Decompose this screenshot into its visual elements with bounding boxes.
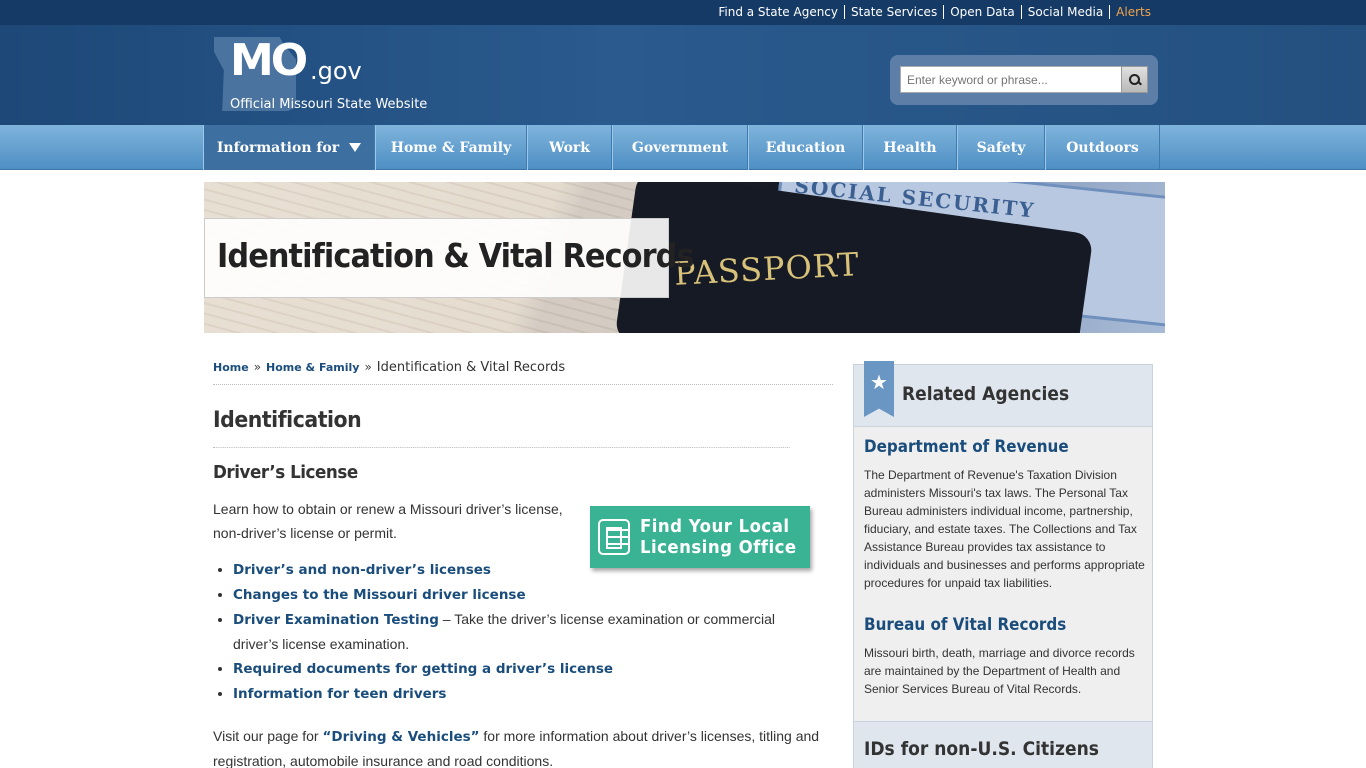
sidebar-section-title: IDs for non-U.S. Citizens [864,738,1099,760]
id-card-person [605,527,622,549]
utility-link-social-media[interactable]: Social Media [1020,5,1109,19]
agency-description: Missouri birth, death, marriage and divo… [864,646,1135,696]
nav-item-information-for[interactable]: Information for [203,125,375,170]
magnifier-icon [1128,73,1141,86]
breadcrumb-home-family[interactable]: Home & Family [266,361,359,374]
list-item: Required documents for getting a driver’… [233,656,823,681]
nav-item-home-family[interactable]: Home & Family [375,125,527,170]
agency-bureau-of-vital-records: Bureau of Vital Records Missouri birth, … [864,615,1146,698]
list-item: Information for teen drivers [233,681,823,706]
list-item: Driver Examination Testing – Take the dr… [233,607,823,656]
nav-item-health[interactable]: Health [863,125,957,170]
link-teen-drivers[interactable]: Information for teen drivers [233,686,446,702]
link-required-documents[interactable]: Required documents for getting a driver’… [233,661,613,677]
agency-department-of-revenue: Department of Revenue The Department of … [864,437,1146,592]
site-header: MO .gov Official Missouri State Website [0,25,1366,125]
sidebar-section-ids-non-citizens: IDs for non-U.S. Citizens [854,721,1152,768]
search-box [890,55,1158,105]
subheading-drivers-license: Driver’s License [213,462,358,483]
section-heading-identification: Identification [213,408,790,448]
nav-item-safety[interactable]: Safety [957,125,1045,170]
utility-link-state-services[interactable]: State Services [844,5,943,19]
nav-item-outdoors[interactable]: Outdoors [1045,125,1160,170]
caret-down-icon [349,143,362,152]
link-driving-vehicles[interactable]: “Driving & Vehicles” [322,729,479,745]
sidebar-header: ★ Related Agencies [854,361,1152,427]
utility-link-open-data[interactable]: Open Data [943,5,1021,19]
search-button[interactable] [1121,66,1148,93]
breadcrumb-home[interactable]: Home [213,361,249,374]
page-banner: SOCIAL SECURITY PASSPORT Identification … [204,182,1165,333]
breadcrumb: Home » Home & Family » Identification & … [213,360,833,385]
find-label-line2: Licensing Office [639,537,797,558]
link-drivers-licenses[interactable]: Driver’s and non-driver’s licenses [233,562,491,578]
logo-mo-text: MO [230,35,308,86]
id-card-icon [598,519,630,555]
breadcrumb-current: Identification & Vital Records [376,360,566,375]
visit-prefix: Visit our page for [213,728,323,744]
list-item: Driver’s and non-driver’s licenses [233,557,823,582]
nav-item-work[interactable]: Work [527,125,612,170]
agency-name-link[interactable]: Department of Revenue [864,437,1123,456]
utility-link-alerts[interactable]: Alerts [1109,5,1157,19]
agency-name-link[interactable]: Bureau of Vital Records [864,615,1123,634]
utility-link-find-agency[interactable]: Find a State Agency [712,5,844,19]
link-changes-driver-license[interactable]: Changes to the Missouri driver license [233,587,526,603]
find-licensing-office-label: Find Your Local Licensing Office [640,516,797,558]
license-links-list: Driver’s and non-driver’s licenses Chang… [233,557,823,706]
nav-item-education[interactable]: Education [748,125,863,170]
list-item: Changes to the Missouri driver license [233,582,823,607]
nav-item-government[interactable]: Government [612,125,748,170]
link-driver-examination-testing[interactable]: Driver Examination Testing [233,612,439,628]
page-title: Identification & Vital Records [217,236,695,275]
banner-title-box: Identification & Vital Records [204,218,695,298]
search-input[interactable] [900,66,1122,93]
star-icon: ★ [870,370,888,394]
main-nav: Information for Home & Family Work Gover… [0,125,1366,170]
visit-paragraph: Visit our page for “Driving & Vehicles” … [213,724,823,768]
related-agencies-sidebar: ★ Related Agencies Department of Revenue… [853,361,1153,768]
nav-label-information-for: Information for [216,139,340,156]
breadcrumb-separator: » [253,360,262,374]
bookmark-ribbon-icon: ★ [864,361,894,417]
utility-bar: Find a State Agency State Services Open … [0,0,1366,25]
sidebar-title: Related Agencies [902,383,1070,405]
intro-paragraph: Learn how to obtain or renew a Missouri … [213,501,563,541]
find-label-line1: Find Your Local [639,516,790,537]
utility-links: Find a State Agency State Services Open … [712,5,1157,19]
agency-description: The Department of Revenue's Taxation Div… [864,468,1145,590]
mo-gov-logo[interactable]: MO .gov Official Missouri State Website [214,35,428,115]
logo-tagline: Official Missouri State Website [230,97,428,112]
breadcrumb-separator: » [364,360,372,374]
logo-gov-text: .gov [310,57,362,85]
